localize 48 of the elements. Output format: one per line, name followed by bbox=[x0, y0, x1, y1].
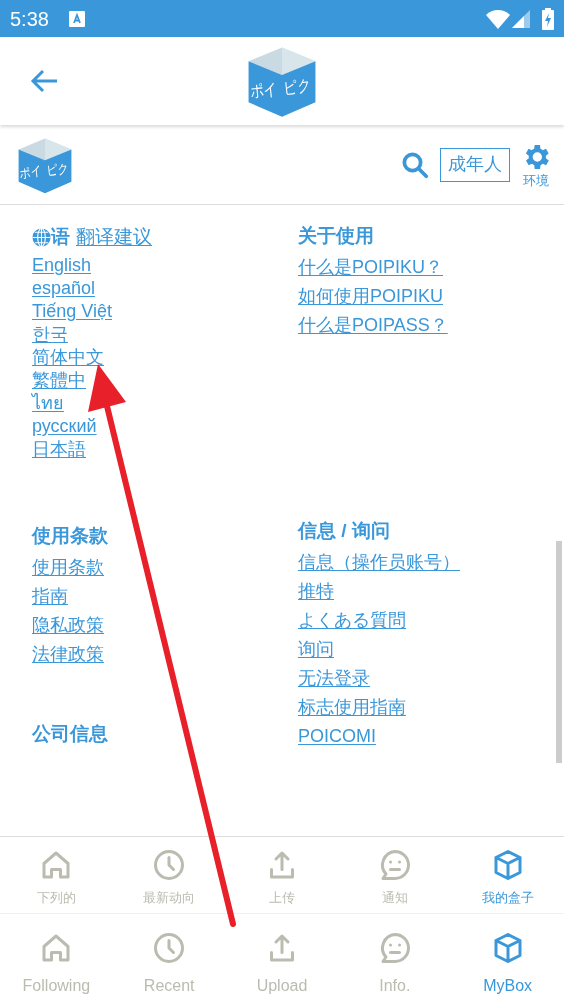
nav-tab[interactable]: Following bbox=[0, 930, 113, 1002]
keyboard-icon bbox=[68, 10, 85, 27]
section-title: 使用条款 bbox=[32, 523, 109, 548]
footer-link[interactable]: よくある質問 bbox=[298, 606, 406, 635]
nav-tab[interactable]: 最新动向 bbox=[112, 847, 226, 913]
translation-link[interactable]: 翻译建议 bbox=[76, 223, 152, 252]
footer-link[interactable]: 推特 bbox=[298, 577, 334, 606]
footer-link[interactable]: 如何使用POIPIKU bbox=[298, 282, 444, 311]
nav-tab[interactable]: Info. bbox=[338, 930, 452, 1002]
section-title: 关于使用 bbox=[298, 224, 375, 248]
nav-tab[interactable]: Recent bbox=[112, 930, 226, 1002]
settings-label: 环境 bbox=[523, 173, 549, 188]
rating-button[interactable]: 成年人 bbox=[440, 147, 510, 182]
footer-link[interactable]: 隐私政策 bbox=[32, 610, 104, 640]
status-time: 5:38 bbox=[10, 6, 49, 32]
nav-tab[interactable]: 下列的 bbox=[0, 847, 113, 913]
back-arrow-icon bbox=[30, 69, 58, 93]
nav-tab[interactable]: 通知 bbox=[338, 847, 452, 913]
language-link[interactable]: ไทย bbox=[32, 391, 64, 415]
language-link[interactable]: 日本語 bbox=[32, 437, 86, 461]
battery-icon bbox=[542, 7, 554, 30]
footer-link[interactable]: 标志使用指南 bbox=[298, 693, 406, 722]
nav-tab[interactable]: Upload bbox=[225, 930, 339, 1002]
language-link[interactable]: English bbox=[32, 253, 92, 277]
footer-link[interactable]: POICOMI bbox=[298, 722, 376, 751]
signal-icon bbox=[512, 9, 530, 28]
nav-tab[interactable]: MyBox bbox=[451, 930, 564, 1002]
footer-link[interactable]: 什么是POIPASS？ bbox=[298, 311, 448, 340]
nav-tab[interactable]: 我的盒子 bbox=[451, 847, 564, 913]
language-link[interactable]: 한국 bbox=[32, 322, 68, 346]
footer-link[interactable]: 使用条款 bbox=[32, 552, 104, 582]
nav-tab[interactable]: 上传 bbox=[225, 847, 339, 913]
footer-link[interactable]: 询问 bbox=[298, 635, 334, 664]
language-link[interactable]: 简体中文 bbox=[32, 345, 104, 369]
footer-link[interactable]: 什么是POIPIKU？ bbox=[298, 253, 444, 282]
footer-link[interactable]: 指南 bbox=[32, 581, 68, 611]
footer-link[interactable]: 法律政策 bbox=[32, 639, 104, 669]
section-title: 信息 / 询问 bbox=[298, 519, 391, 543]
language-link[interactable]: 繁體中 bbox=[32, 368, 86, 392]
globe-icon bbox=[32, 227, 51, 247]
language-link[interactable]: Tiếng Việt bbox=[32, 299, 113, 323]
footer-link[interactable]: 无法登录 bbox=[298, 664, 370, 693]
wifi-icon bbox=[486, 8, 510, 29]
section-title: 语 bbox=[51, 225, 70, 249]
section-title: 公司信息 bbox=[32, 721, 109, 746]
language-link[interactable]: русский bbox=[32, 414, 97, 438]
language-link[interactable]: español bbox=[32, 276, 96, 300]
footer-link[interactable]: 信息（操作员账号） bbox=[298, 548, 460, 577]
